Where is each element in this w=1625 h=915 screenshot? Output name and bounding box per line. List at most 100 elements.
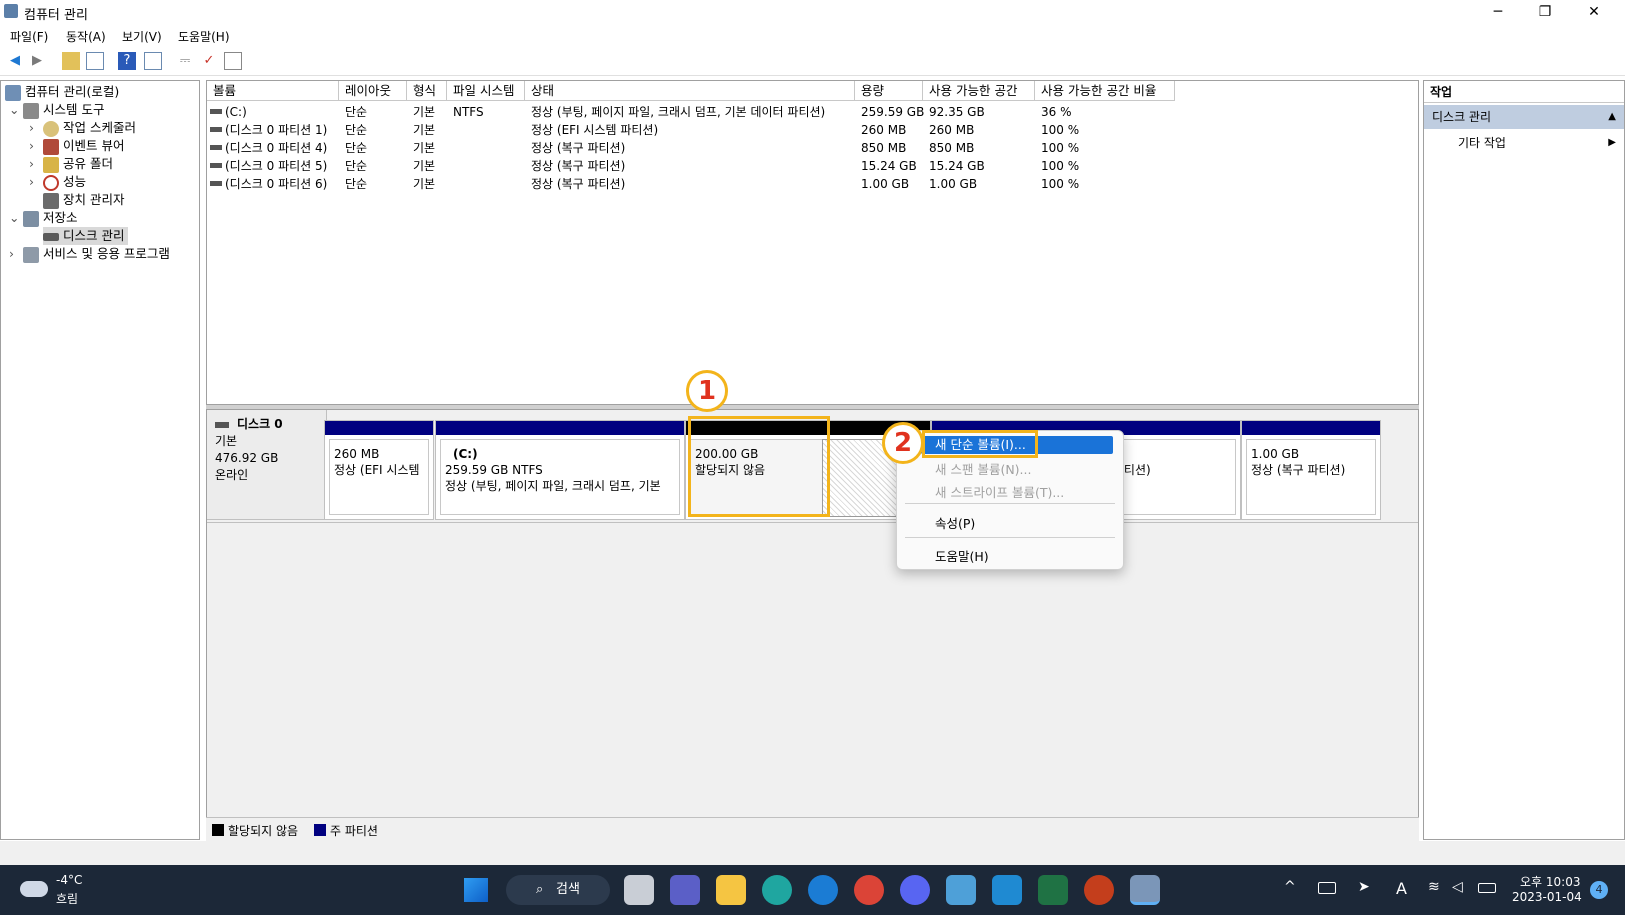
clock-date[interactable]: 2023-01-04 xyxy=(1512,890,1582,904)
powerpoint-icon[interactable] xyxy=(1084,875,1114,905)
col-header-capacity[interactable]: 용량 xyxy=(855,81,923,101)
battery-icon[interactable] xyxy=(1478,883,1496,893)
tree-expander[interactable]: › xyxy=(29,137,43,155)
tree-item-disk-management[interactable]: 디스크 관리 xyxy=(43,227,129,245)
col-header-layout[interactable]: 레이아웃 xyxy=(339,81,407,101)
show-hide-action-icon[interactable] xyxy=(144,52,162,70)
help-icon[interactable]: ? xyxy=(118,52,136,70)
table-cell: 100 % xyxy=(1041,159,1080,173)
menu-action[interactable]: 동작(A) xyxy=(66,28,106,45)
collapse-arrow-icon[interactable]: ▲ xyxy=(1608,105,1616,129)
taskbar-search[interactable]: ⌕ 검색 xyxy=(506,875,610,905)
close-button[interactable]: ✕ xyxy=(1571,0,1617,24)
context-item-properties[interactable]: 속성(P) xyxy=(935,513,975,532)
tree-expander[interactable]: › xyxy=(29,155,43,173)
table-row[interactable]: (디스크 0 파티션 5) 단순 기본 정상 (복구 파티션) 15.24 GB 15.2… xyxy=(207,157,1407,175)
tools-icon xyxy=(23,102,39,119)
actions-section-disk-management[interactable]: 디스크 관리 ▲ xyxy=(1424,105,1624,129)
start-icon[interactable] xyxy=(464,878,488,902)
menu-file[interactable]: 파일(F) xyxy=(10,28,48,45)
partition-name: (C:) xyxy=(453,447,478,461)
properties-icon[interactable] xyxy=(224,52,242,70)
notification-badge[interactable]: 4 xyxy=(1590,881,1608,899)
menu-help[interactable]: 도움말(H) xyxy=(178,28,230,45)
table-row[interactable]: (디스크 0 파티션 4) 단순 기본 정상 (복구 파티션) 850 MB 850 MB… xyxy=(207,139,1407,157)
event-viewer-icon xyxy=(43,138,59,155)
col-header-type[interactable]: 형식 xyxy=(407,81,447,101)
context-item-new-striped-volume[interactable]: 새 스트라이프 볼륨(T)... xyxy=(935,482,1064,501)
actions-item-more-actions[interactable]: 기타 작업 ▶ xyxy=(1424,131,1624,155)
forward-icon[interactable]: ▶ xyxy=(28,52,46,70)
performance-icon xyxy=(43,174,59,191)
tree-item-shared-folders[interactable]: › 공유 폴더 xyxy=(29,155,113,173)
bing-icon[interactable] xyxy=(808,875,838,905)
disk-0-label-panel[interactable]: 디스크 0 기본 476.92 GB 온라인 xyxy=(207,410,327,520)
computer-management-taskbar-icon[interactable] xyxy=(1130,875,1160,905)
table-row[interactable]: (디스크 0 파티션 6) 단순 기본 정상 (복구 파티션) 1.00 GB 1.00 … xyxy=(207,175,1407,193)
table-cell: 100 % xyxy=(1041,177,1080,191)
tree-item-device-manager[interactable]: 장치 관리자 xyxy=(43,191,124,209)
location-icon[interactable]: ➤ xyxy=(1358,879,1370,895)
col-header-status[interactable]: 상태 xyxy=(525,81,855,101)
table-cell: 260 MB xyxy=(929,123,975,137)
menu-view[interactable]: 보기(V) xyxy=(122,28,162,45)
edge-icon[interactable] xyxy=(762,875,792,905)
col-header-filesystem[interactable]: 파일 시스템 xyxy=(447,81,525,101)
table-cell: 850 MB xyxy=(929,141,975,155)
tray-chevron-icon[interactable]: ^ xyxy=(1284,879,1296,895)
teams-icon[interactable] xyxy=(670,875,700,905)
volume-icon[interactable]: ◁ xyxy=(1452,879,1463,895)
tree-expander[interactable]: › xyxy=(29,119,43,137)
legend-primary-label: 주 파티션 xyxy=(330,824,378,838)
legend-unallocated-swatch xyxy=(212,824,224,836)
notepad-icon[interactable] xyxy=(946,875,976,905)
weather-icon[interactable] xyxy=(20,881,48,897)
back-icon[interactable]: ◀ xyxy=(6,52,24,70)
excel-icon[interactable] xyxy=(1038,875,1068,905)
show-hide-tree-icon[interactable] xyxy=(86,52,104,70)
partition-recovery-6[interactable]: 1.00 GB 정상 (복구 파티션) xyxy=(1241,420,1381,520)
tree-item-performance[interactable]: › 성능 xyxy=(29,173,86,191)
context-divider xyxy=(905,503,1115,504)
volume-name-cell: (디스크 0 파티션 4) xyxy=(225,141,328,155)
tree-expander[interactable]: › xyxy=(29,173,43,191)
table-row[interactable]: (C:) 단순 기본 NTFS 정상 (부팅, 페이지 파일, 크래시 덤프, 기본 데… xyxy=(207,103,1407,121)
col-header-free-percent[interactable]: 사용 가능한 공간 비율 xyxy=(1035,81,1175,101)
table-cell: 기본 xyxy=(413,177,436,191)
chrome-icon[interactable] xyxy=(854,875,884,905)
up-folder-icon[interactable] xyxy=(62,52,80,70)
keyboard-icon[interactable] xyxy=(1318,882,1336,894)
partition-efi[interactable]: 260 MB 정상 (EFI 시스템 xyxy=(324,420,434,520)
discord-icon[interactable] xyxy=(900,875,930,905)
col-header-volume[interactable]: 볼륨 xyxy=(207,81,339,101)
partition-c[interactable]: (C:) 259.59 GB NTFS 정상 (부팅, 페이지 파일, 크래시 덤프… xyxy=(435,420,685,520)
clock-time[interactable]: 오후 10:03 xyxy=(1520,873,1580,890)
tree-item-system-tools[interactable]: ⌄ 시스템 도구 xyxy=(9,101,104,119)
tree-item-computer-management[interactable]: 컴퓨터 관리(로컬) xyxy=(5,83,119,101)
tree-item-event-viewer[interactable]: › 이벤트 뷰어 xyxy=(29,137,124,155)
actions-header: 작업 xyxy=(1424,81,1624,103)
file-explorer-icon[interactable] xyxy=(716,875,746,905)
tree-expander[interactable]: ⌄ xyxy=(9,101,23,119)
col-header-free-space[interactable]: 사용 가능한 공간 xyxy=(923,81,1035,101)
volume-icon xyxy=(210,127,222,132)
table-row[interactable]: (디스크 0 파티션 1) 단순 기본 정상 (EFI 시스템 파티션) 260 MB 2… xyxy=(207,121,1407,139)
volume-icon xyxy=(210,145,222,150)
menu-bar: 파일(F) 동작(A) 보기(V) 도움말(H) xyxy=(0,24,1625,46)
tree-expander[interactable]: › xyxy=(9,245,23,263)
vscode-icon[interactable] xyxy=(992,875,1022,905)
minimize-button[interactable]: ─ xyxy=(1475,0,1521,24)
tree-item-task-scheduler[interactable]: › 작업 스케줄러 xyxy=(29,119,136,137)
ime-icon[interactable]: A xyxy=(1396,879,1407,898)
context-item-help[interactable]: 도움말(H) xyxy=(935,546,989,565)
tree-item-storage[interactable]: ⌄ 저장소 xyxy=(9,209,78,227)
maximize-button[interactable]: ❐ xyxy=(1522,0,1568,24)
storage-icon xyxy=(23,210,39,227)
tree-expander[interactable]: ⌄ xyxy=(9,209,23,227)
checklist-icon[interactable]: ✓ xyxy=(200,52,218,70)
tree-item-services-apps[interactable]: › 서비스 및 응용 프로그램 xyxy=(9,245,170,263)
context-item-new-spanned-volume[interactable]: 새 스팬 볼륨(N)... xyxy=(935,459,1031,478)
wifi-icon[interactable]: ≋ xyxy=(1428,879,1440,895)
connect-icon[interactable]: ⎓ xyxy=(176,52,194,70)
task-view-icon[interactable] xyxy=(624,875,654,905)
